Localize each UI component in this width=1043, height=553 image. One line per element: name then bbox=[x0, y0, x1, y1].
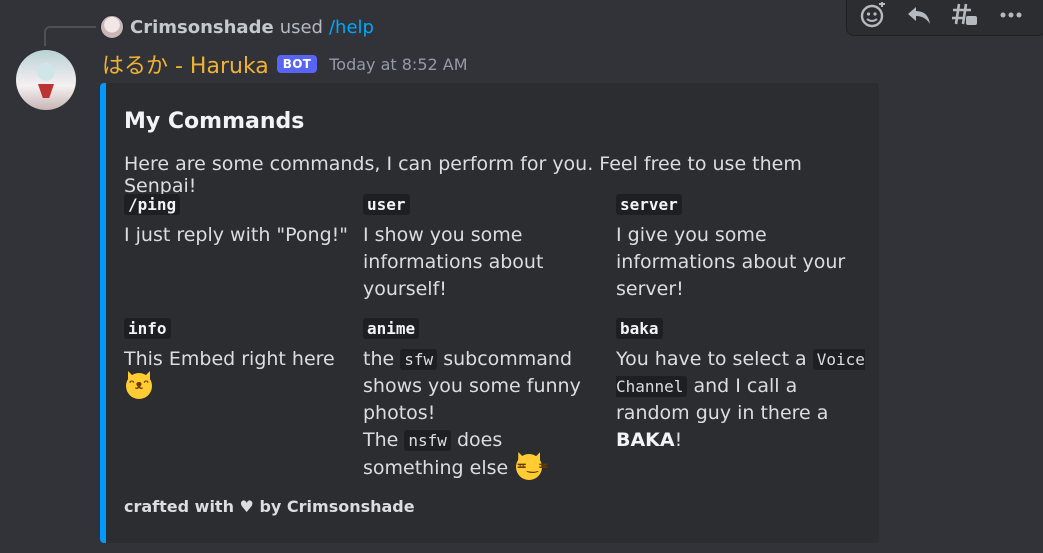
field-value: I just reply with "Pong!" bbox=[124, 224, 349, 246]
bold-baka: BAKA bbox=[616, 429, 675, 451]
message-timestamp[interactable]: Today at 8:52 AM bbox=[329, 55, 467, 74]
bot-badge: BOT bbox=[276, 55, 318, 73]
field-value: I give you some informations about your … bbox=[616, 224, 846, 300]
create-thread-icon[interactable] bbox=[949, 0, 981, 31]
commands-embed: My Commands Here are some commands, I ca… bbox=[100, 83, 879, 543]
bot-avatar[interactable] bbox=[16, 50, 76, 110]
field-name: server bbox=[616, 194, 682, 215]
field-user: user I show you some informations about … bbox=[363, 191, 588, 303]
field-value: the sfw subcommand shows you some funny … bbox=[363, 348, 581, 480]
message-toolbar bbox=[846, 0, 1043, 36]
inline-code-sfw: sfw bbox=[400, 349, 438, 370]
field-name: baka bbox=[616, 318, 663, 339]
field-server: server I give you some informations abou… bbox=[616, 191, 856, 303]
more-icon[interactable] bbox=[995, 0, 1027, 31]
smiling-cat-emoji: ᵔᴥᵔ bbox=[126, 373, 152, 399]
message-header: はるか - Haruka BOT Today at 8:52 AM bbox=[102, 48, 468, 80]
field-value: I show you some informations about yours… bbox=[363, 224, 544, 300]
reply-command[interactable]: /help bbox=[329, 17, 374, 38]
embed-footer: crafted with ♥ by Crimsonshade bbox=[124, 497, 415, 516]
embed-title: My Commands bbox=[124, 109, 305, 134]
bot-username[interactable]: はるか - Haruka bbox=[102, 48, 269, 80]
field-ping: /ping I just reply with "Pong!" bbox=[124, 191, 354, 249]
field-name: anime bbox=[363, 318, 420, 339]
reply-reference[interactable]: Crimsonshade used /help bbox=[100, 12, 374, 42]
reply-icon[interactable] bbox=[903, 0, 935, 31]
smirking-cat-emoji: ≖‿≖ bbox=[516, 454, 549, 480]
field-info: info This Embed right here ᵔᴥᵔ bbox=[124, 315, 359, 401]
field-value: You have to select a Voice Channel and I… bbox=[616, 348, 865, 451]
reply-used-text: used bbox=[279, 16, 323, 38]
field-name: user bbox=[363, 194, 410, 215]
field-name: /ping bbox=[124, 194, 181, 215]
reply-username[interactable]: Crimsonshade bbox=[130, 17, 274, 38]
reply-spine bbox=[44, 26, 96, 46]
field-anime: anime the sfw subcommand shows you some … bbox=[363, 315, 603, 482]
add-reaction-icon[interactable] bbox=[857, 0, 889, 31]
inline-code-nsfw: nsfw bbox=[404, 430, 451, 451]
field-value: This Embed right here ᵔᴥᵔ bbox=[124, 346, 359, 401]
field-baka: baka You have to select a Voice Channel … bbox=[616, 315, 866, 454]
reply-user-avatar[interactable] bbox=[100, 15, 124, 39]
field-name: info bbox=[124, 318, 171, 339]
